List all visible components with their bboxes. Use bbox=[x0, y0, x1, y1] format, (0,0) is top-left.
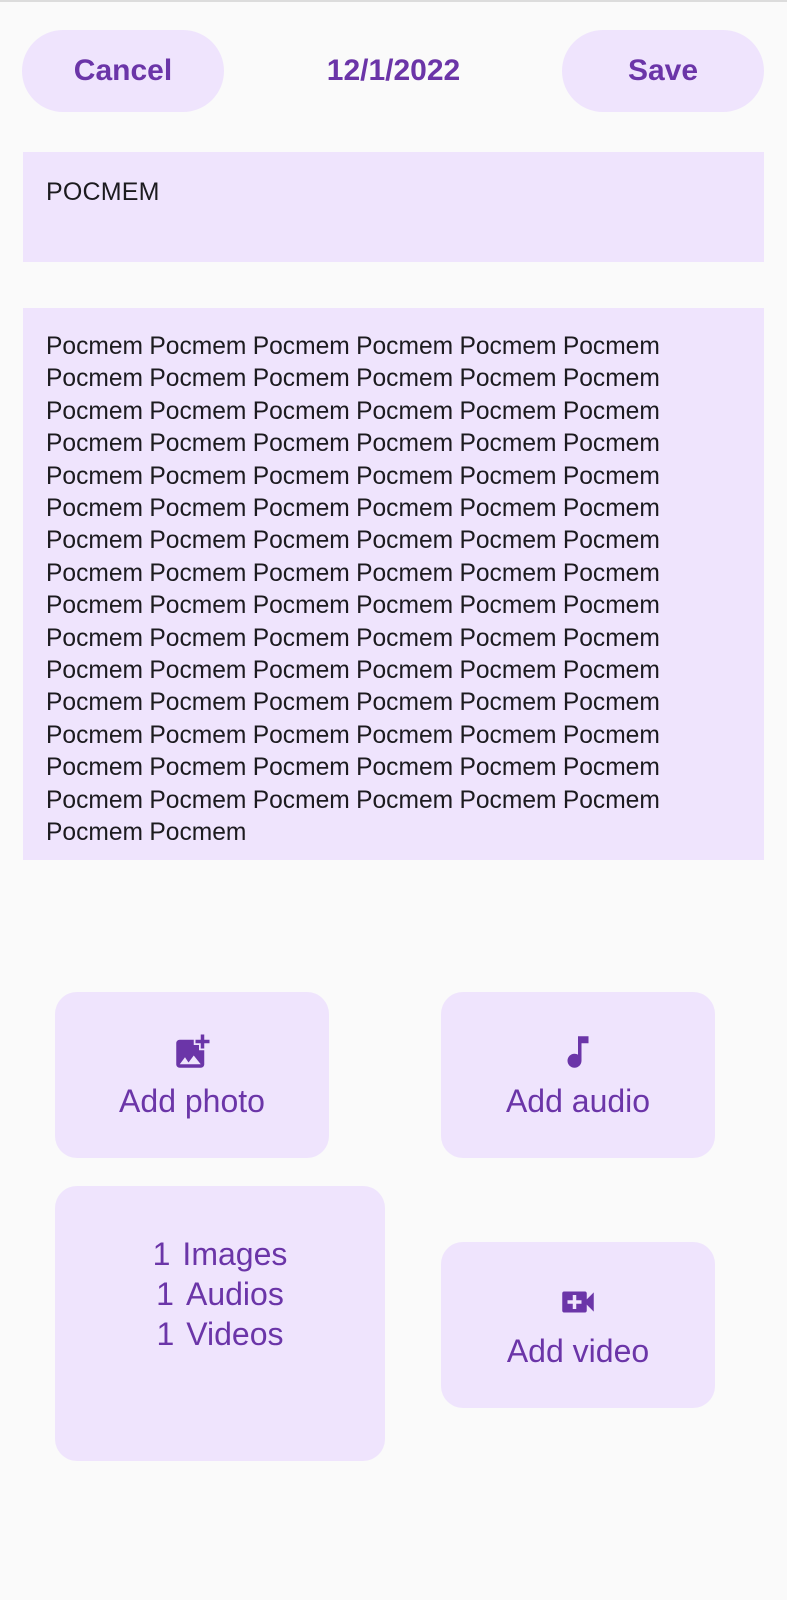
body-line: Pocmem Pocmem Pocmem Pocmem Pocmem Pocme… bbox=[46, 786, 660, 814]
note-body-text: Pocmem Pocmem Pocmem Pocmem Pocmem Pocme… bbox=[46, 331, 741, 841]
body-line: Pocmem Pocmem bbox=[46, 819, 247, 841]
add-photo-button[interactable]: Add photo bbox=[55, 992, 329, 1158]
add-photo-icon bbox=[176, 1034, 210, 1068]
body-line: Pocmem Pocmem Pocmem Pocmem Pocmem Pocme… bbox=[46, 333, 660, 360]
body-line: Pocmem Pocmem Pocmem Pocmem Pocmem Pocme… bbox=[46, 592, 660, 620]
note-title-text: POCMEM bbox=[46, 178, 160, 206]
body-line: Pocmem Pocmem Pocmem Pocmem Pocmem Pocme… bbox=[46, 624, 660, 652]
body-line: Pocmem Pocmem Pocmem Pocmem Pocmem Pocme… bbox=[46, 462, 660, 490]
videos-count: 1 Videos bbox=[156, 1315, 284, 1352]
body-line: Pocmem Pocmem Pocmem Pocmem Pocmem Pocme… bbox=[46, 495, 660, 523]
audios-count: 1 Audios bbox=[156, 1275, 284, 1312]
body-line: Pocmem Pocmem Pocmem Pocmem Pocmem Pocme… bbox=[46, 689, 660, 717]
body-line: Pocmem Pocmem Pocmem Pocmem Pocmem Pocme… bbox=[46, 430, 660, 458]
body-line: Pocmem Pocmem Pocmem Pocmem Pocmem Pocme… bbox=[46, 397, 660, 425]
body-line: Pocmem Pocmem Pocmem Pocmem Pocmem Pocme… bbox=[46, 527, 660, 555]
attachments-summary: 1 Images 1 Audios 1 Videos bbox=[55, 1186, 385, 1461]
video-call-icon bbox=[562, 1291, 594, 1312]
cancel-button[interactable]: Cancel bbox=[22, 30, 224, 112]
body-line: Pocmem Pocmem Pocmem Pocmem Pocmem Pocme… bbox=[46, 754, 660, 782]
note-title-field[interactable]: POCMEM bbox=[23, 152, 764, 262]
add-video-button[interactable]: Add video bbox=[441, 1242, 715, 1408]
images-count: 1 Images bbox=[152, 1235, 288, 1272]
save-button[interactable]: Save bbox=[562, 30, 764, 112]
add-audio-button[interactable]: Add audio bbox=[441, 992, 715, 1158]
body-line: Pocmem Pocmem Pocmem Pocmem Pocmem Pocme… bbox=[46, 365, 660, 393]
body-line: Pocmem Pocmem Pocmem Pocmem Pocmem Pocme… bbox=[46, 721, 660, 749]
add-photo-label: Add photo bbox=[119, 1082, 265, 1119]
body-line: Pocmem Pocmem Pocmem Pocmem Pocmem Pocme… bbox=[46, 559, 660, 587]
body-line: Pocmem Pocmem Pocmem Pocmem Pocmem Pocme… bbox=[46, 657, 660, 685]
add-audio-label: Add audio bbox=[505, 1082, 651, 1119]
note-body-field[interactable]: Pocmem Pocmem Pocmem Pocmem Pocmem Pocme… bbox=[23, 308, 764, 860]
add-video-label: Add video bbox=[506, 1332, 650, 1369]
note-date: 12/1/2022 bbox=[326, 54, 461, 87]
music-note-icon bbox=[567, 1035, 589, 1068]
